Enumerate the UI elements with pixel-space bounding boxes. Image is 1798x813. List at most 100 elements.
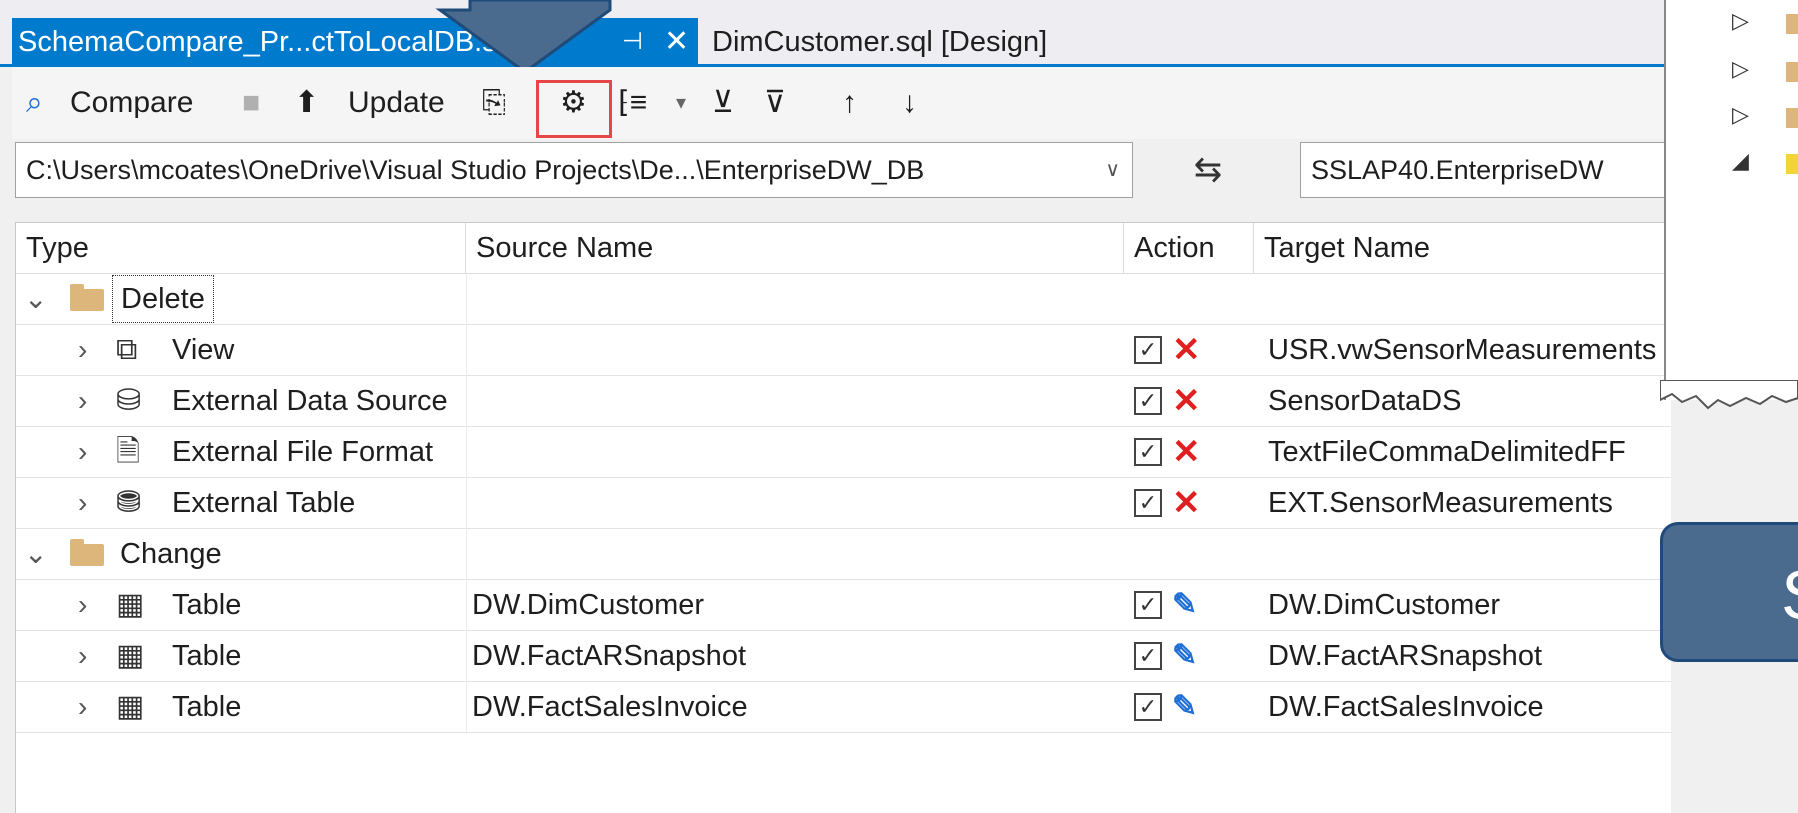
type-cell: Table: [172, 640, 242, 672]
open-folder-icon: [1786, 154, 1798, 174]
settings-highlight-box: [536, 80, 612, 138]
group-results-icon[interactable]: ⁅≡: [618, 67, 647, 139]
delete-action-icon: ✕: [1172, 331, 1201, 369]
type-cell: Table: [172, 691, 242, 723]
update-button[interactable]: Update: [348, 67, 445, 139]
include-checkbox[interactable]: ✓: [1134, 642, 1162, 670]
solution-explorer-fragment: ▷ ▷ ▷ ◢ ▷: [1664, 0, 1798, 400]
compare-icon[interactable]: ⌕: [26, 67, 43, 139]
table-row[interactable]: › 🗎 External File Format ✓ ✕ TextFileCom…: [16, 427, 1671, 478]
change-action-icon: ✎: [1172, 588, 1198, 621]
expand-arrow-icon[interactable]: ▷: [1732, 102, 1749, 128]
external-file-format-icon: 🗎: [116, 435, 141, 468]
target-name-cell: SensorDataDS: [1268, 385, 1462, 417]
arrow-down-icon[interactable]: ↓: [902, 67, 917, 139]
compare-button[interactable]: Compare: [70, 67, 193, 139]
target-name-cell: DW.DimCustomer: [1268, 589, 1501, 621]
table-row[interactable]: › ▦ Table DW.FactSalesInvoice ✓ ✎ DW.Fac…: [16, 682, 1671, 733]
chevron-down-icon[interactable]: ⌄: [24, 274, 47, 324]
tab-dimcustomer-label: DimCustomer.sql [Design]: [712, 26, 1048, 58]
swap-icon[interactable]: ⇆: [1178, 142, 1238, 198]
source-path-value: C:\Users\mcoates\OneDrive\Visual Studio …: [26, 155, 925, 185]
chevron-down-icon[interactable]: ∨: [1105, 143, 1120, 197]
target-name-cell: EXT.SensorMeasurements: [1268, 487, 1613, 519]
include-checkbox[interactable]: ✓: [1134, 387, 1162, 415]
tab-schema-compare-label: SchemaCompare_Pr...ctToLocalDB.s: [18, 26, 497, 58]
include-checkbox[interactable]: ✓: [1134, 591, 1162, 619]
type-cell: External Table: [172, 487, 356, 519]
chevron-right-icon[interactable]: ›: [78, 427, 87, 477]
change-action-icon: ✎: [1172, 639, 1198, 672]
chevron-right-icon[interactable]: ›: [78, 682, 87, 732]
results-grid: Type Source Name Action Target Name ⌄ De…: [15, 222, 1671, 813]
column-header-action[interactable]: Action: [1124, 223, 1254, 273]
delete-action-icon: ✕: [1172, 382, 1201, 420]
column-header-source-name[interactable]: Source Name: [466, 223, 1124, 273]
chevron-right-icon[interactable]: ›: [78, 376, 87, 426]
group-row-change[interactable]: ⌄ Change: [16, 529, 1671, 580]
chevron-right-icon[interactable]: ›: [78, 631, 87, 681]
include-checkbox[interactable]: ✓: [1134, 336, 1162, 364]
chevron-down-icon[interactable]: ⌄: [24, 529, 47, 579]
table-row[interactable]: › ▦ Table DW.FactARSnapshot ✓ ✎ DW.FactA…: [16, 631, 1671, 682]
table-row[interactable]: › ▦ Table DW.DimCustomer ✓ ✎ DW.DimCusto…: [16, 580, 1671, 631]
type-cell: Table: [172, 589, 242, 621]
table-icon: ▦: [116, 588, 145, 621]
collapse-arrow-icon[interactable]: ◢: [1732, 148, 1749, 174]
source-name-cell: DW.FactSalesInvoice: [472, 691, 748, 723]
source-name-cell: DW.DimCustomer: [472, 589, 705, 621]
view-icon: ⧉: [116, 333, 138, 366]
arrow-up-icon[interactable]: ↑: [842, 67, 857, 139]
target-path-value: SSLAP40.EnterpriseDW: [1311, 155, 1604, 185]
group-row-delete[interactable]: ⌄ Delete: [16, 274, 1671, 325]
table-row[interactable]: › ⧉ View ✓ ✕ USR.vwSensorMeasurements: [16, 325, 1671, 376]
type-cell: External Data Source: [172, 385, 448, 417]
group-label-change: Change: [120, 538, 222, 570]
table-row[interactable]: › ⛃ External Table ✓ ✕ EXT.SensorMeasure…: [16, 478, 1671, 529]
delete-action-icon: ✕: [1172, 484, 1201, 522]
update-icon[interactable]: ⬆: [294, 67, 319, 139]
folder-icon: [1786, 14, 1798, 34]
schema-compare-toolbar: ⌕ Compare ■ ⬆ Update ⎘ ⚙ ⁅≡ ▾ ⊻ ⊽ ↑ ↓: [12, 67, 1670, 139]
folder-icon: [1786, 62, 1798, 82]
group-label-delete: Delete: [112, 275, 214, 323]
expand-arrow-icon[interactable]: ▷: [1732, 56, 1749, 82]
filter-icon[interactable]: ⊻: [712, 67, 734, 139]
include-checkbox[interactable]: ✓: [1134, 693, 1162, 721]
column-header-type[interactable]: Type: [16, 223, 466, 273]
table-icon: ▦: [116, 690, 145, 723]
type-cell: External File Format: [172, 436, 434, 468]
external-table-icon: ⛃: [116, 486, 142, 519]
clear-filter-icon[interactable]: ⊽: [764, 67, 786, 139]
target-name-cell: DW.FactSalesInvoice: [1268, 691, 1544, 723]
folder-icon: [70, 539, 104, 566]
delete-action-icon: ✕: [1172, 433, 1201, 471]
source-path-dropdown[interactable]: C:\Users\mcoates\OneDrive\Visual Studio …: [15, 142, 1133, 198]
table-row[interactable]: › ⛁ External Data Source ✓ ✕ SensorDataD…: [16, 376, 1671, 427]
target-path-dropdown[interactable]: SSLAP40.EnterpriseDW: [1300, 142, 1670, 198]
chevron-right-icon[interactable]: ›: [78, 580, 87, 630]
callout-text: S: [1781, 556, 1798, 634]
callout-bubble: S: [1660, 522, 1798, 662]
expand-arrow-icon[interactable]: ▷: [1732, 8, 1749, 34]
tab-dimcustomer-design[interactable]: DimCustomer.sql [Design]: [700, 18, 1112, 66]
include-checkbox[interactable]: ✓: [1134, 438, 1162, 466]
chevron-down-icon[interactable]: ▾: [676, 67, 686, 139]
target-name-cell: USR.vwSensorMeasurements: [1268, 334, 1657, 366]
chevron-right-icon[interactable]: ›: [78, 478, 87, 528]
table-icon: ▦: [116, 639, 145, 672]
folder-icon: [70, 284, 104, 311]
chevron-right-icon[interactable]: ›: [78, 325, 87, 375]
column-divider: [466, 274, 467, 734]
target-name-cell: DW.FactARSnapshot: [1268, 640, 1542, 672]
generate-script-icon[interactable]: ⎘: [482, 67, 506, 139]
source-name-cell: DW.FactARSnapshot: [472, 640, 746, 672]
folder-icon: [1786, 108, 1798, 128]
close-tab-icon[interactable]: ✕: [664, 18, 689, 66]
torn-edge: [1660, 380, 1798, 410]
column-header-target-name[interactable]: Target Name: [1254, 223, 1671, 273]
include-checkbox[interactable]: ✓: [1134, 489, 1162, 517]
stop-icon[interactable]: ■: [242, 67, 260, 139]
external-data-source-icon: ⛁: [116, 384, 142, 417]
change-action-icon: ✎: [1172, 690, 1198, 723]
